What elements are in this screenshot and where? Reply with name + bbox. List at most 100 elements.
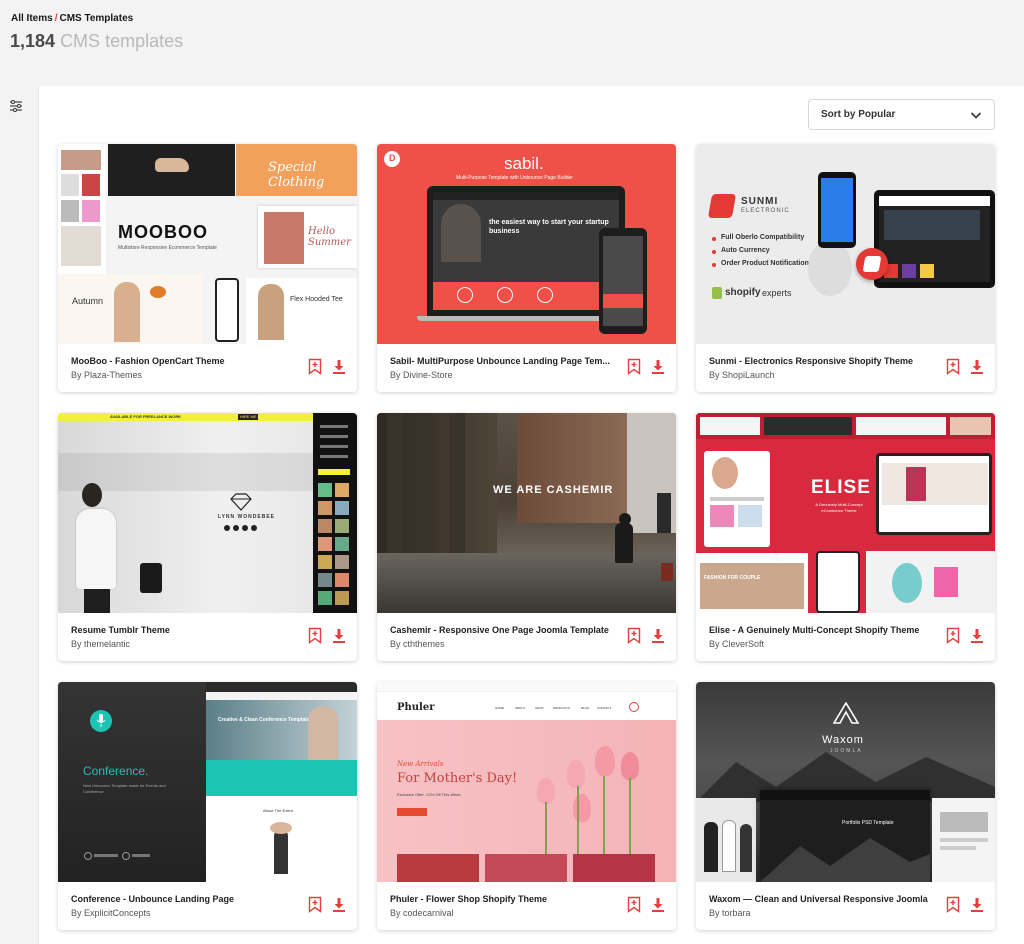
bookmark-add-icon[interactable] (627, 627, 641, 644)
brand-logo: ELISE (811, 477, 871, 498)
author-name[interactable]: Divine-Store (403, 370, 453, 380)
filter-sidebar (0, 86, 39, 944)
template-title[interactable]: Conference - Unbounce Landing Page (71, 894, 296, 904)
hire-me-button: HIRE ME (240, 414, 257, 419)
template-card[interactable]: Phuler HOME ABOUT SHOP PRODUCTS BLOG CON… (377, 682, 676, 930)
template-title[interactable]: Cashemir - Responsive One Page Joomla Te… (390, 625, 615, 635)
template-thumbnail[interactable]: AVAILABLE FOR FREELANCE WORK HIRE ME LYN… (58, 413, 357, 613)
nav-item: CONTACT (597, 706, 612, 710)
sliders-icon[interactable] (9, 99, 23, 113)
section-title: About The Event (263, 808, 293, 813)
results-count: 1,184 CMS templates (10, 31, 183, 52)
bookmark-add-icon[interactable] (946, 896, 960, 913)
download-icon[interactable] (970, 627, 984, 644)
nav-item: ABOUT (515, 706, 526, 710)
author-name[interactable]: codecarnival (403, 908, 454, 918)
promo-text: FASHION FOR COUPLE (704, 575, 761, 581)
bookmark-add-icon[interactable] (946, 358, 960, 375)
by-label: By (71, 639, 82, 649)
promo-text: Special Clothing (268, 160, 325, 190)
template-card[interactable]: Waxom JOOMLA Portfolio PSD Template Waxo… (696, 682, 995, 930)
brand-logo: MOOBOO (118, 222, 208, 242)
template-card[interactable]: AVAILABLE FOR FREELANCE WORK HIRE ME LYN… (58, 413, 357, 661)
by-label: By (709, 639, 720, 649)
author-name[interactable]: torbara (722, 908, 751, 918)
brand-logo: SUNMI (741, 196, 779, 207)
template-thumbnail[interactable]: ELISE A Genuinely Multi-Concept eCommerc… (696, 413, 995, 613)
download-icon[interactable] (651, 358, 665, 375)
breadcrumb-current[interactable]: CMS Templates (59, 13, 133, 24)
template-author[interactable]: By themelantic (71, 639, 130, 649)
bookmark-add-icon[interactable] (308, 896, 322, 913)
template-thumbnail[interactable]: D sabil. Multi-Purpose Template with Unb… (377, 144, 676, 344)
author-name[interactable]: ShopiLaunch (722, 370, 775, 380)
template-card[interactable]: SUNMI ELECTRONIC Full Oberlo Compatibili… (696, 144, 995, 392)
brand-logo: Phuler (397, 702, 435, 713)
offer-text: Exclusive Offer -10% Off This Week (397, 792, 461, 797)
template-thumbnail[interactable]: WE ARE CASHEMIR (377, 413, 676, 613)
template-title[interactable]: Elise - A Genuinely Multi-Concept Shopif… (709, 625, 934, 635)
tagline: Multistore Responsive Ecommerce Template (118, 245, 217, 251)
template-author[interactable]: By torbara (709, 908, 751, 918)
bookmark-add-icon[interactable] (308, 627, 322, 644)
template-title[interactable]: Waxom — Clean and Universal Responsive J… (709, 894, 934, 904)
download-icon[interactable] (332, 896, 346, 913)
download-icon[interactable] (651, 627, 665, 644)
feature-item: Full Oberlo Compatibility (721, 234, 805, 241)
template-card[interactable]: WE ARE CASHEMIR Cashemir - Responsive On… (377, 413, 676, 661)
download-icon[interactable] (970, 358, 984, 375)
author-name[interactable]: ExplicitConcepts (84, 908, 151, 918)
download-icon[interactable] (970, 896, 984, 913)
author-name[interactable]: Plaza-Themes (84, 370, 142, 380)
template-author[interactable]: By ExplicitConcepts (71, 908, 151, 918)
template-author[interactable]: By CleverSoft (709, 639, 764, 649)
template-title[interactable]: Sunmi - Electronics Responsive Shopify T… (709, 356, 934, 366)
template-card[interactable]: Special Clothing MOOBOO Multistore Respo… (58, 144, 357, 392)
by-label: By (709, 370, 720, 380)
headline: For Mother's Day! (397, 771, 518, 786)
author-name[interactable]: themelantic (84, 639, 130, 649)
nav-item: SHOP (535, 706, 544, 710)
bookmark-add-icon[interactable] (946, 627, 960, 644)
author-name[interactable]: CleverSoft (722, 639, 764, 649)
template-title[interactable]: Resume Tumblr Theme (71, 625, 296, 635)
bookmark-add-icon[interactable] (627, 358, 641, 375)
subtitle: A Genuinely Multi-Concept eCommerce Them… (815, 502, 863, 513)
promo-small: Flex Hooded Tee (290, 296, 343, 303)
microphone-icon (96, 714, 106, 727)
download-icon[interactable] (332, 358, 346, 375)
bookmark-add-icon[interactable] (308, 358, 322, 375)
brand-logo: Waxom (822, 734, 864, 746)
template-thumbnail[interactable]: Conference. New Unbounce Template made f… (58, 682, 357, 882)
template-author[interactable]: By codecarnival (390, 908, 454, 918)
bookmark-add-icon[interactable] (627, 896, 641, 913)
template-thumbnail[interactable]: Phuler HOME ABOUT SHOP PRODUCTS BLOG CON… (377, 682, 676, 882)
template-author[interactable]: By Divine-Store (390, 370, 453, 380)
template-author[interactable]: By cththemes (390, 639, 445, 649)
shopify-label: shopify (725, 287, 761, 298)
breadcrumb-all-items-link[interactable]: All Items (11, 13, 53, 24)
download-icon[interactable] (332, 627, 346, 644)
breadcrumb: All Items / CMS Templates (11, 13, 133, 24)
description: New Unbounce Template made for Events an… (83, 783, 166, 794)
template-card[interactable]: ELISE A Genuinely Multi-Concept eCommerc… (696, 413, 995, 661)
template-author[interactable]: By Plaza-Themes (71, 370, 142, 380)
kicker: New Arrivals (397, 760, 444, 768)
template-card[interactable]: Conference. New Unbounce Template made f… (58, 682, 357, 930)
shopify-bag-icon (712, 287, 722, 299)
breadcrumb-separator: / (54, 13, 58, 24)
sort-dropdown[interactable]: Sort by Popular (808, 99, 995, 130)
brand-sub: ELECTRONIC (741, 208, 790, 214)
template-thumbnail[interactable]: Waxom JOOMLA Portfolio PSD Template (696, 682, 995, 882)
template-card[interactable]: D sabil. Multi-Purpose Template with Unb… (377, 144, 676, 392)
author-name[interactable]: cththemes (403, 639, 445, 649)
template-title[interactable]: Phuler - Flower Shop Shopify Theme (390, 894, 615, 904)
template-title[interactable]: Sabil- MultiPurpose Unbounce Landing Pag… (390, 356, 615, 366)
template-thumbnail[interactable]: SUNMI ELECTRONIC Full Oberlo Compatibili… (696, 144, 995, 344)
by-label: By (390, 370, 401, 380)
template-title[interactable]: MooBoo - Fashion OpenCart Theme (71, 356, 296, 366)
template-thumbnail[interactable]: Special Clothing MOOBOO Multistore Respo… (58, 144, 357, 344)
promo-text: Hello Summer (308, 226, 351, 248)
download-icon[interactable] (651, 896, 665, 913)
template-author[interactable]: By ShopiLaunch (709, 370, 775, 380)
